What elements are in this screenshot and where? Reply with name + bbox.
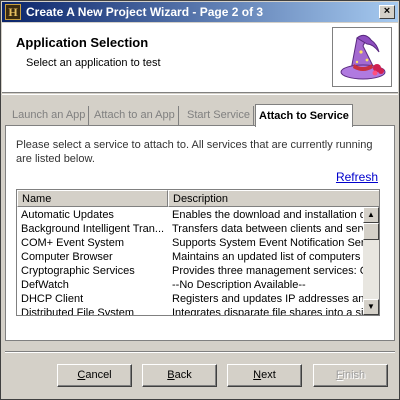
- page-title: Application Selection: [16, 35, 149, 50]
- list-item[interactable]: Distributed File System Integrates dispar…: [17, 306, 367, 316]
- title-bar[interactable]: H Create A New Project Wizard - Page 2 o…: [2, 2, 398, 22]
- scroll-down-icon[interactable]: ▼: [363, 299, 379, 315]
- tab-attach-app[interactable]: Attach to an App: [91, 106, 179, 126]
- finish-button: Finish: [313, 364, 388, 387]
- tab-start-service[interactable]: Start Service: [184, 106, 254, 126]
- list-item[interactable]: Automatic Updates Enables the download an…: [17, 208, 367, 222]
- panel-description: Please select a service to attach to. Al…: [16, 139, 373, 165]
- service-name: Background Intelligent Tran...: [21, 223, 165, 235]
- service-name: Distributed File System: [21, 307, 135, 316]
- list-item[interactable]: COM+ Event System Supports System Event N…: [17, 236, 367, 250]
- service-name: COM+ Event System: [21, 237, 125, 249]
- list-item[interactable]: Cryptographic Services Provides three man…: [17, 264, 367, 278]
- back-button[interactable]: Back: [142, 364, 217, 387]
- window-title: Create A New Project Wizard - Page 2 of …: [26, 5, 264, 19]
- service-description: Transfers data between clients and serve: [172, 223, 367, 235]
- header-divider: [2, 94, 398, 95]
- tab-panel: Please select a service to attach to. Al…: [5, 125, 395, 341]
- service-description: Maintains an updated list of computers o…: [172, 251, 367, 263]
- service-description: Registers and updates IP addresses and: [172, 293, 367, 305]
- tab-launch-app[interactable]: Launch an App: [9, 106, 90, 126]
- service-name: Automatic Updates: [21, 209, 114, 221]
- service-description: Supports System Event Notification Servi: [172, 237, 367, 249]
- list-item[interactable]: Background Intelligent Tran... Transfers …: [17, 222, 367, 236]
- list-item[interactable]: DefWatch --No Description Available--: [17, 278, 367, 292]
- service-name: DHCP Client: [21, 293, 84, 305]
- scroll-thumb[interactable]: [363, 223, 379, 240]
- app-icon: H: [5, 4, 21, 20]
- close-button[interactable]: ×: [379, 5, 395, 19]
- wizard-hat-icon: [332, 27, 392, 87]
- cancel-button[interactable]: Cancel: [57, 364, 132, 387]
- wizard-window: H Create A New Project Wizard - Page 2 o…: [0, 0, 400, 400]
- service-description: Enables the download and installation of: [172, 209, 367, 221]
- footer-divider: [5, 351, 395, 353]
- vertical-scrollbar[interactable]: ▲ ▼: [363, 207, 379, 315]
- tab-attach-service[interactable]: Attach to Service: [255, 104, 353, 127]
- scroll-up-icon[interactable]: ▲: [363, 207, 379, 223]
- service-name: Cryptographic Services: [21, 265, 135, 277]
- wizard-header: Application Selection Select an applicat…: [2, 23, 398, 93]
- list-item[interactable]: DHCP Client Registers and updates IP addr…: [17, 292, 367, 306]
- column-header-description[interactable]: Description: [168, 190, 379, 207]
- column-header-name[interactable]: Name: [17, 190, 168, 207]
- service-description: Provides three management services: Ca: [172, 265, 367, 277]
- service-name: DefWatch: [21, 279, 69, 291]
- service-description: --No Description Available--: [172, 279, 306, 291]
- next-button[interactable]: Next: [227, 364, 302, 387]
- services-list[interactable]: Name Description Automatic Updates Enable…: [16, 189, 380, 316]
- page-subtitle: Select an application to test: [26, 57, 161, 69]
- list-item[interactable]: Computer Browser Maintains an updated lis…: [17, 250, 367, 264]
- refresh-link[interactable]: Refresh: [336, 170, 378, 184]
- service-name: Computer Browser: [21, 251, 113, 263]
- service-description: Integrates disparate file shares into a …: [172, 307, 367, 316]
